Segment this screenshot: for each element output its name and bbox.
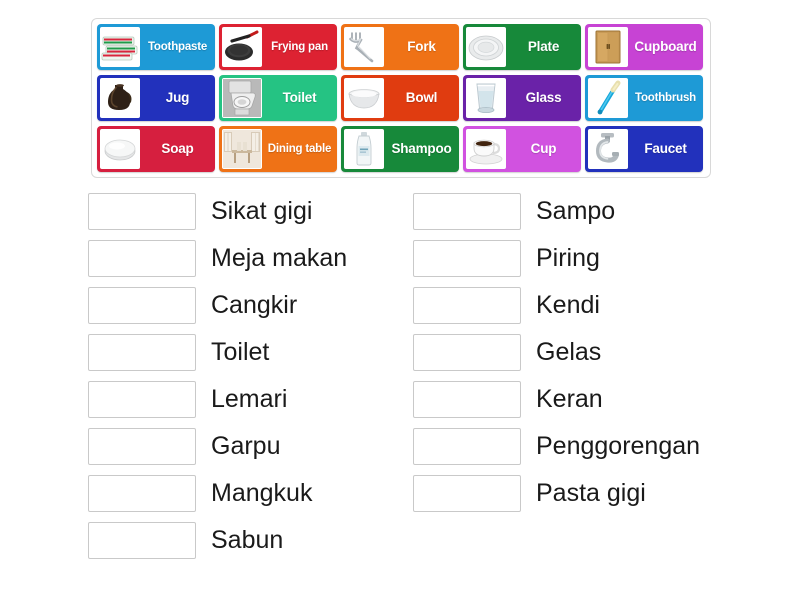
toothbrush-icon [588, 78, 628, 118]
tile-label: Toothbrush [634, 91, 697, 104]
answer-list: Sikat gigi Meja makan Cangkir Toilet Lemari G… [88, 188, 768, 564]
bowl-icon [344, 78, 384, 118]
shampoo-bottle-icon [344, 129, 384, 169]
answer-label: Meja makan [211, 243, 348, 272]
answer-row: Kendi [413, 282, 738, 329]
drop-zone-piring[interactable] [413, 240, 521, 277]
glass-icon [466, 78, 506, 118]
fork-icon [344, 27, 384, 67]
tile-row: Soap Dining table Shampoo Cup Faucet [97, 126, 705, 172]
answer-row: Meja makan [88, 235, 413, 282]
answer-row: Gelas [413, 329, 738, 376]
draggable-tile-jug[interactable]: Jug [97, 75, 215, 121]
answer-row: Penggorengan [413, 423, 738, 470]
draggable-tile-toilet[interactable]: Toilet [219, 75, 337, 121]
draggable-tile-plate[interactable]: Plate [463, 24, 581, 70]
tile-label: Fork [407, 38, 436, 54]
tile-label: Toilet [282, 89, 317, 105]
answer-row: Sabun [88, 517, 413, 564]
tile-label: Cup [530, 140, 557, 156]
answer-label: Mangkuk [211, 478, 313, 507]
draggable-tile-bowl[interactable]: Bowl [341, 75, 459, 121]
answer-label: Sabun [211, 525, 284, 554]
drop-zone-keran[interactable] [413, 381, 521, 418]
answer-row: Piring [413, 235, 738, 282]
draggable-tile-fork[interactable]: Fork [341, 24, 459, 70]
toilet-icon [222, 78, 262, 118]
drop-zone-meja-makan[interactable] [88, 240, 196, 277]
tile-label: Glass [525, 89, 562, 105]
tile-label: Shampoo [391, 140, 452, 156]
plate-icon [466, 27, 506, 67]
tile-label: Soap [161, 140, 194, 156]
answer-label: Kendi [536, 290, 600, 319]
drop-zone-sikat-gigi[interactable] [88, 193, 196, 230]
drop-zone-sabun[interactable] [88, 522, 196, 559]
answer-label: Sikat gigi [211, 196, 313, 225]
answer-label: Piring [536, 243, 600, 272]
tile-label: Bowl [405, 89, 438, 105]
answer-label: Gelas [536, 337, 602, 366]
answer-label: Penggorengan [536, 431, 701, 460]
tile-bank: Toothpaste Frying pan Fork Plate Cupboar… [91, 18, 711, 178]
draggable-tile-dining-table[interactable]: Dining table [219, 126, 337, 172]
drop-zone-kendi[interactable] [413, 287, 521, 324]
drop-zone-garpu[interactable] [88, 428, 196, 465]
drop-zone-mangkuk[interactable] [88, 475, 196, 512]
answer-label: Toilet [211, 337, 270, 366]
soap-icon [100, 129, 140, 169]
answer-row: Cangkir [88, 282, 413, 329]
tile-label: Toothpaste [147, 40, 208, 53]
answer-label: Cangkir [211, 290, 298, 319]
tile-row: Toothpaste Frying pan Fork Plate Cupboar… [97, 24, 705, 70]
answer-label: Pasta gigi [536, 478, 646, 507]
answer-row: Sikat gigi [88, 188, 413, 235]
tile-label: Cupboard [634, 38, 697, 54]
answer-label: Sampo [536, 196, 616, 225]
dining-table-icon [222, 129, 262, 169]
draggable-tile-faucet[interactable]: Faucet [585, 126, 703, 172]
drop-zone-pasta-gigi[interactable] [413, 475, 521, 512]
answer-row: Sampo [413, 188, 738, 235]
answer-row: Toilet [88, 329, 413, 376]
tile-row: Jug Toilet Bowl Glass Toothbrush [97, 75, 705, 121]
draggable-tile-toothpaste[interactable]: Toothpaste [97, 24, 215, 70]
answer-label: Keran [536, 384, 603, 413]
draggable-tile-toothbrush[interactable]: Toothbrush [585, 75, 703, 121]
draggable-tile-soap[interactable]: Soap [97, 126, 215, 172]
tile-label: Plate [527, 38, 560, 54]
answer-column-right: Sampo Piring Kendi Gelas Keran Penggorengan Pa… [413, 188, 738, 564]
tile-label: Frying pan [271, 40, 328, 53]
answer-label: Garpu [211, 431, 281, 460]
drop-zone-sampo[interactable] [413, 193, 521, 230]
draggable-tile-shampoo[interactable]: Shampoo [341, 126, 459, 172]
answer-column-left: Sikat gigi Meja makan Cangkir Toilet Lemari G… [88, 188, 413, 564]
drop-zone-lemari[interactable] [88, 381, 196, 418]
drop-zone-toilet[interactable] [88, 334, 196, 371]
tile-label: Jug [165, 89, 190, 105]
draggable-tile-cup[interactable]: Cup [463, 126, 581, 172]
draggable-tile-cupboard[interactable]: Cupboard [585, 24, 703, 70]
draggable-tile-frying-pan[interactable]: Frying pan [219, 24, 337, 70]
drop-zone-gelas[interactable] [413, 334, 521, 371]
jug-icon [100, 78, 140, 118]
tile-label: Dining table [267, 142, 332, 155]
coffee-cup-icon [466, 129, 506, 169]
answer-row: Garpu [88, 423, 413, 470]
answer-label: Lemari [211, 384, 288, 413]
drop-zone-cangkir[interactable] [88, 287, 196, 324]
toothpaste-icon [100, 27, 140, 67]
tile-label: Faucet [644, 140, 687, 156]
answer-row: Keran [413, 376, 738, 423]
draggable-tile-glass[interactable]: Glass [463, 75, 581, 121]
answer-row: Mangkuk [88, 470, 413, 517]
answer-row: Lemari [88, 376, 413, 423]
answer-row: Pasta gigi [413, 470, 738, 517]
frying-pan-icon [222, 27, 262, 67]
cupboard-icon [588, 27, 628, 67]
drop-zone-penggorengan[interactable] [413, 428, 521, 465]
faucet-icon [588, 129, 628, 169]
